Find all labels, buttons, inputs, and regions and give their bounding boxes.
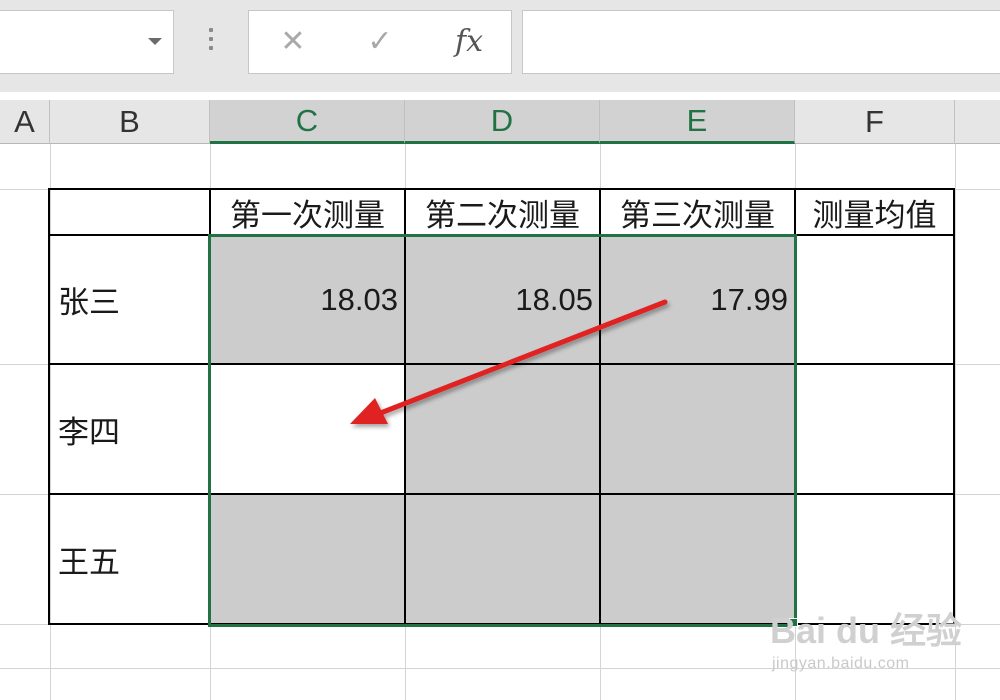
formula-input[interactable] xyxy=(522,10,1000,74)
checkmark-icon[interactable]: ✓ xyxy=(364,22,396,62)
header-first-measure[interactable]: 第一次测量 xyxy=(211,190,404,234)
drag-handle-icon[interactable] xyxy=(207,28,215,56)
cancel-icon[interactable]: ✕ xyxy=(278,22,308,62)
row-name-zhangsan[interactable]: 张三 xyxy=(50,236,209,363)
cell-lisi-average[interactable] xyxy=(796,365,953,493)
cell-zhangsan-average[interactable] xyxy=(796,236,953,363)
column-header-d[interactable]: D xyxy=(405,100,600,144)
selection-range-border xyxy=(208,234,797,627)
header-third-measure[interactable]: 第三次测量 xyxy=(601,190,794,234)
column-header-c[interactable]: C xyxy=(210,100,405,144)
column-header-b[interactable]: B xyxy=(50,100,210,144)
column-header-e[interactable]: E xyxy=(600,100,795,144)
column-header-f[interactable]: F xyxy=(795,100,955,144)
chevron-down-icon[interactable] xyxy=(148,38,162,45)
insert-function-icon[interactable]: fx xyxy=(452,22,486,62)
header-second-measure[interactable]: 第二次测量 xyxy=(406,190,599,234)
header-average[interactable]: 测量均值 xyxy=(796,190,953,234)
column-header-g[interactable] xyxy=(955,100,1000,144)
column-header-a[interactable]: A xyxy=(0,100,50,144)
row-name-wangwu[interactable]: 王五 xyxy=(50,495,209,623)
baidu-watermark-logo: Bai du 经验 xyxy=(770,610,963,651)
table-border xyxy=(953,188,955,625)
baidu-watermark-url: jingyan.baidu.com xyxy=(772,655,910,672)
row-name-lisi[interactable]: 李四 xyxy=(50,365,209,493)
